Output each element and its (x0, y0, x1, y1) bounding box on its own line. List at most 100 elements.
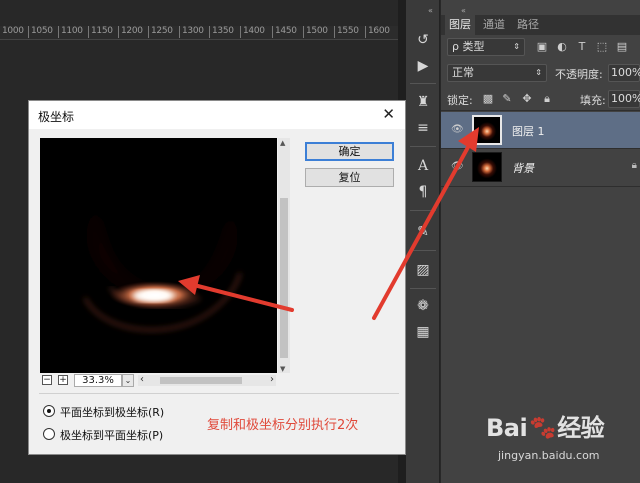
filter-kind-value: ρ 类型 (452, 40, 485, 53)
grid-icon[interactable]: ▦ (412, 322, 434, 342)
lock-transparent-icon[interactable]: ▩ (481, 92, 495, 106)
preview-vertical-scrollbar[interactable]: ▲ ▼ (278, 138, 290, 373)
history-brush-icon[interactable]: ↺ (412, 30, 434, 50)
divider (410, 146, 436, 147)
blend-mode-select[interactable]: 正常 ⇕ (447, 64, 547, 82)
type-icon[interactable]: A (412, 156, 434, 176)
scroll-down-icon[interactable]: ▼ (280, 365, 285, 373)
eraser-icon[interactable]: ▨ (412, 260, 434, 280)
clone-stamp-icon[interactable]: ♜ (412, 92, 434, 112)
polar-coordinates-dialog: 极坐标 ✕ ▲ ▼ − + 33.3% ⌄ ‹ › 确定 复位 平面坐标到极坐标… (28, 100, 406, 455)
watermark-url: jingyan.baidu.com (498, 449, 600, 462)
tab-layers[interactable]: 图层 (445, 15, 475, 35)
blend-mode-value: 正常 (452, 66, 474, 79)
zoom-in-button[interactable]: + (58, 375, 68, 385)
scroll-left-icon[interactable]: ‹ (140, 374, 144, 385)
annotation-text: 复制和极坐标分别执行2次 (207, 418, 359, 433)
ruler-strip: 1000 1050 1100 1150 1200 1250 1300 1350 … (0, 26, 398, 40)
option-label: 平面坐标到极坐标(R) (60, 406, 165, 419)
divider (410, 83, 436, 84)
ruler-tick: 1400 (240, 26, 265, 38)
layer-thumbnail (472, 115, 502, 145)
eye-icon[interactable]: 👁︎ (451, 161, 464, 172)
lock-position-icon[interactable]: ✥ (520, 92, 534, 106)
option-label: 极坐标到平面坐标(P) (60, 429, 164, 442)
ruler-tick: 1100 (58, 26, 83, 38)
lock-all-icon[interactable]: 🔒︎ (540, 92, 554, 106)
fill-label: 填充: (580, 94, 606, 107)
lock-image-icon[interactable]: ✎ (500, 92, 514, 106)
tab-channels[interactable]: 通道 (479, 15, 509, 35)
scroll-right-icon[interactable]: › (270, 374, 274, 385)
ruler: 1000 1050 1100 1150 1200 1250 1300 1350 … (0, 0, 398, 52)
zoom-bar: − + 33.3% ⌄ ‹ › (40, 374, 290, 388)
divider (441, 186, 640, 187)
play-icon[interactable]: ▶ (412, 56, 434, 76)
shape-filter-icon[interactable]: ⬚ (595, 40, 609, 54)
layer-row-background[interactable]: 👁︎ 背景 🔒︎ (441, 149, 640, 185)
paragraph-icon[interactable]: ¶ (412, 182, 434, 202)
ok-button[interactable]: 确定 (305, 142, 394, 161)
baidu-jingyan-watermark: Bai🐾︎经验 jingyan.baidu.com (478, 404, 638, 480)
layer-name: 图层 1 (512, 125, 545, 138)
eye-icon[interactable]: 👁︎ (451, 124, 464, 135)
watermark-logo: Bai🐾︎经验 (486, 408, 605, 443)
updown-icon: ⇕ (513, 42, 520, 51)
watermark-logo-text: Bai (486, 414, 528, 442)
palette-icon[interactable]: ❁ (412, 296, 434, 316)
ruler-tick: 1150 (88, 26, 113, 38)
ruler-tick: 1500 (303, 26, 328, 38)
layer-thumbnail (472, 152, 502, 182)
opacity-value: 100% (611, 66, 640, 79)
filter-preview[interactable] (40, 138, 277, 373)
divider (410, 250, 436, 251)
image-filter-icon[interactable]: ▣ (535, 40, 549, 54)
scroll-up-icon[interactable]: ▲ (280, 139, 285, 147)
radio-button[interactable] (43, 405, 55, 417)
adjustment-filter-icon[interactable]: ◐ (555, 40, 569, 54)
layer-tabs: 图层 通道 路径 (441, 15, 640, 35)
scrollbar-thumb[interactable] (280, 198, 288, 358)
adjust-icon[interactable]: ≡ (412, 118, 434, 138)
layer-row-layer1[interactable]: 👁︎ 图层 1 (441, 112, 640, 148)
collapse-icon[interactable]: « (428, 6, 433, 15)
opacity-field[interactable]: 100% (608, 64, 640, 82)
fill-field[interactable]: 100% (608, 90, 640, 108)
radio-button[interactable] (43, 428, 55, 440)
filter-kind-select[interactable]: ρ 类型 ⇕ (447, 38, 525, 56)
ruler-tick: 1050 (28, 26, 53, 38)
brush-preset-icon[interactable]: ✎ (412, 222, 434, 242)
divider (441, 110, 640, 111)
dialog-titlebar[interactable]: 极坐标 ✕ (29, 101, 405, 129)
ruler-tick: 1350 (209, 26, 234, 38)
preview-horizontal-scrollbar[interactable]: ‹ › (138, 374, 276, 386)
close-icon[interactable]: ✕ (382, 105, 395, 123)
zoom-value[interactable]: 33.3% (74, 374, 122, 387)
type-filter-icon[interactable]: T (575, 40, 589, 54)
tab-paths[interactable]: 路径 (513, 15, 543, 35)
ruler-tick: 1450 (272, 26, 297, 38)
smart-filter-icon[interactable]: ▤ (615, 40, 629, 54)
ruler-tick: 1000 (0, 26, 24, 38)
lock-label: 锁定: (447, 94, 473, 107)
ruler-tick: 1250 (148, 26, 173, 38)
divider (410, 288, 436, 289)
layer-name: 背景 (512, 162, 534, 175)
preview-image (40, 138, 277, 373)
zoom-out-button[interactable]: − (42, 375, 52, 385)
chevron-down-icon[interactable]: ⌄ (122, 374, 134, 387)
scrollbar-thumb[interactable] (160, 377, 242, 384)
reset-button[interactable]: 复位 (305, 168, 394, 187)
fill-value: 100% (611, 92, 640, 105)
ruler-tick: 1200 (118, 26, 143, 38)
dialog-title: 极坐标 (38, 110, 75, 124)
opacity-label: 不透明度: (555, 68, 603, 81)
ruler-tick: 1600 (365, 26, 390, 38)
watermark-logo-tail: 经验 (557, 414, 605, 442)
collapse-icon[interactable]: « (461, 6, 466, 15)
lock-icon: 🔒︎ (631, 160, 637, 171)
side-toolbar: « ↺ ▶ ♜ ≡ A ¶ ✎ ▨ ❁ ▦ (406, 0, 440, 483)
paw-icon: 🐾︎ (527, 414, 558, 442)
divider (410, 210, 436, 211)
updown-icon: ⇕ (535, 68, 542, 77)
